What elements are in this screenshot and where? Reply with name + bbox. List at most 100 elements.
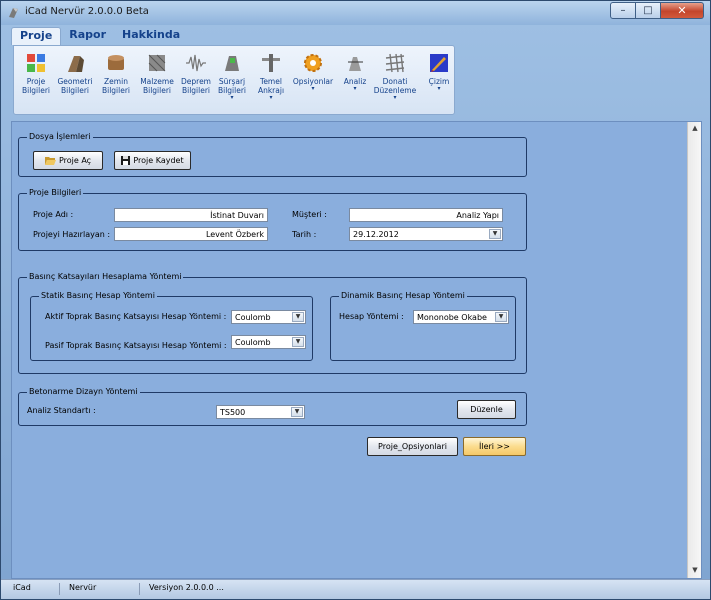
- chevron-down-icon: ▾: [311, 85, 315, 92]
- chevron-down-icon[interactable]: ▼: [291, 407, 303, 417]
- status-divider: [59, 583, 60, 595]
- ribbon-button-donati[interactable]: Donati Düzenleme ▾: [373, 52, 417, 101]
- passive-pressure-value: Coulomb: [235, 338, 271, 347]
- ribbon-button-deprem[interactable]: Deprem Bilgileri: [176, 52, 216, 95]
- ribbon-button-temel-ankraji[interactable]: Temel Ankrajı ▾: [251, 52, 291, 101]
- project-name-field[interactable]: İstinat Duvarı: [114, 208, 268, 222]
- save-disk-icon: [121, 156, 131, 165]
- chevron-down-icon[interactable]: ▼: [292, 337, 304, 347]
- dynamic-method-select[interactable]: Mononobe Okabe ▼: [413, 310, 509, 324]
- ribbon-button-geometri[interactable]: Geometri Bilgileri: [55, 52, 95, 95]
- active-pressure-label: Aktif Toprak Basınç Katsayısı Hesap Yönt…: [45, 312, 227, 321]
- ribbon-button-analiz[interactable]: Analiz ▾: [335, 52, 375, 92]
- standard-value: TS500: [220, 408, 246, 417]
- project-info-group: Proje Bilgileri Proje Adı : İstinat Duva…: [18, 188, 527, 251]
- ribbon-label: Donati Düzenleme: [373, 77, 417, 95]
- chevron-down-icon: ▾: [437, 85, 441, 92]
- file-operations-group: Dosya İşlemleri Proje Aç Proje Kaydet: [18, 132, 527, 177]
- pressure-coefficients-group: Basınç Katsayıları Hesaplama Yöntemi Sta…: [18, 272, 527, 374]
- material-icon: [148, 54, 166, 72]
- ribbon-label: Proje Bilgileri: [21, 77, 51, 95]
- ribbon-label: Sürşarj Bilgileri: [217, 77, 247, 95]
- ribbon-label: Zemin Bilgileri: [101, 77, 131, 95]
- next-button[interactable]: İleri >>: [463, 437, 526, 456]
- method-label: Hesap Yöntemi :: [339, 312, 404, 321]
- ribbon-button-zemin[interactable]: Zemin Bilgileri: [96, 52, 136, 95]
- ribbon-button-malzeme[interactable]: Malzeme Bilgileri: [137, 52, 177, 95]
- options-gear-icon: [304, 54, 322, 72]
- group-title: Dosya İşlemleri: [27, 132, 93, 141]
- project-options-button[interactable]: Proje_Opsiyonlari: [367, 437, 458, 456]
- folder-open-icon: [44, 157, 56, 165]
- chevron-down-icon: ▾: [269, 94, 273, 101]
- passive-pressure-select[interactable]: Coulomb ▼: [231, 335, 306, 349]
- active-pressure-select[interactable]: Coulomb ▼: [231, 310, 306, 324]
- tab-hakkinda[interactable]: Hakkinda: [114, 27, 188, 45]
- tab-proje[interactable]: Proje: [11, 27, 62, 45]
- vertical-scrollbar[interactable]: ▲ ▼: [687, 122, 701, 578]
- group-title: Betonarme Dizayn Yöntemi: [27, 387, 140, 396]
- ribbon-label: Geometri Bilgileri: [57, 77, 93, 95]
- ribbon-button-opsiyonlar[interactable]: Opsiyonlar ▾: [293, 52, 333, 92]
- maximize-button[interactable]: □: [636, 2, 661, 19]
- window-title: iCad Nervür 2.0.0.0 Beta: [25, 6, 149, 17]
- ribbon-panel: Proje Bilgileri Geometri Bilgileri Zemin…: [13, 45, 455, 115]
- main-panel: Dosya İşlemleri Proje Aç Proje Kaydet Pr…: [11, 121, 702, 579]
- scroll-down-icon[interactable]: ▼: [690, 566, 700, 576]
- minimize-button[interactable]: –: [610, 2, 636, 19]
- geometry-icon: [68, 56, 84, 72]
- chevron-down-icon[interactable]: ▼: [495, 312, 507, 322]
- preparer-field[interactable]: Levent Özberk: [114, 227, 268, 241]
- status-divider: [139, 583, 140, 595]
- chevron-down-icon: ▾: [230, 94, 234, 101]
- close-button[interactable]: ✕: [661, 2, 704, 19]
- earthquake-icon: [186, 54, 206, 72]
- ribbon-button-cizim[interactable]: Çizim ▾: [419, 52, 459, 92]
- ribbon-label: Temel Ankrajı: [257, 77, 285, 95]
- date-picker[interactable]: 29.12.2012 ▼: [349, 227, 503, 241]
- static-pressure-group: Statik Basınç Hesap Yöntemi Aktif Toprak…: [30, 291, 313, 361]
- reinforcement-icon: [385, 53, 405, 73]
- status-version: Versiyon 2.0.0.0 ...: [149, 583, 224, 592]
- chevron-down-icon: ▾: [353, 85, 357, 92]
- chevron-down-icon[interactable]: ▼: [292, 312, 304, 322]
- concrete-design-group: Betonarme Dizayn Yöntemi Analiz Standart…: [18, 387, 527, 426]
- status-app: iCad: [13, 583, 31, 592]
- active-pressure-value: Coulomb: [235, 313, 271, 322]
- group-title: Dinamik Basınç Hesap Yöntemi: [339, 291, 467, 300]
- status-bar: iCad Nervür Versiyon 2.0.0.0 ...: [1, 579, 710, 599]
- preparer-label: Projeyi Hazırlayan :: [33, 230, 111, 239]
- edit-button[interactable]: Düzenle: [457, 400, 516, 419]
- title-bar[interactable]: iCad Nervür 2.0.0.0 Beta – □ ✕: [1, 1, 710, 25]
- group-title: Proje Bilgileri: [27, 188, 84, 197]
- surcharge-icon: [225, 56, 239, 71]
- status-module: Nervür: [69, 583, 97, 592]
- app-window: iCad Nervür 2.0.0.0 Beta – □ ✕ Proje Rap…: [0, 0, 711, 600]
- group-title: Statik Basınç Hesap Yöntemi: [39, 291, 157, 300]
- ribbon-tabs: Proje Rapor Hakkinda: [11, 27, 188, 45]
- drawing-icon: [430, 54, 448, 72]
- dynamic-method-value: Mononobe Okabe: [417, 313, 487, 322]
- save-project-button[interactable]: Proje Kaydet: [114, 151, 191, 170]
- group-title: Basınç Katsayıları Hesaplama Yöntemi: [27, 272, 184, 281]
- window-controls: – □ ✕: [610, 2, 704, 20]
- dynamic-pressure-group: Dinamik Basınç Hesap Yöntemi Hesap Yönte…: [330, 291, 516, 361]
- open-project-button[interactable]: Proje Aç: [33, 151, 103, 170]
- chevron-down-icon[interactable]: ▼: [489, 229, 501, 239]
- passive-pressure-label: Pasif Toprak Basınç Katsayısı Hesap Yönt…: [45, 341, 227, 350]
- standard-label: Analiz Standartı :: [27, 406, 96, 415]
- ribbon-button-sursarj[interactable]: Sürşarj Bilgileri ▾: [212, 52, 252, 101]
- open-project-label: Proje Aç: [58, 156, 92, 165]
- ribbon-button-proje-bilgileri[interactable]: Proje Bilgileri: [16, 52, 56, 95]
- tab-rapor[interactable]: Rapor: [61, 27, 114, 45]
- date-value: 29.12.2012: [353, 230, 399, 239]
- project-name-label: Proje Adı :: [33, 210, 74, 219]
- scroll-up-icon[interactable]: ▲: [690, 124, 700, 134]
- app-icon: [9, 8, 18, 18]
- analysis-icon: [348, 57, 363, 71]
- date-label: Tarih :: [292, 230, 317, 239]
- client-field[interactable]: Analiz Yapı: [349, 208, 503, 222]
- ribbon-label: Malzeme Bilgileri: [140, 77, 174, 95]
- ribbon-label: Deprem Bilgileri: [181, 77, 211, 95]
- standard-select[interactable]: TS500 ▼: [216, 405, 305, 419]
